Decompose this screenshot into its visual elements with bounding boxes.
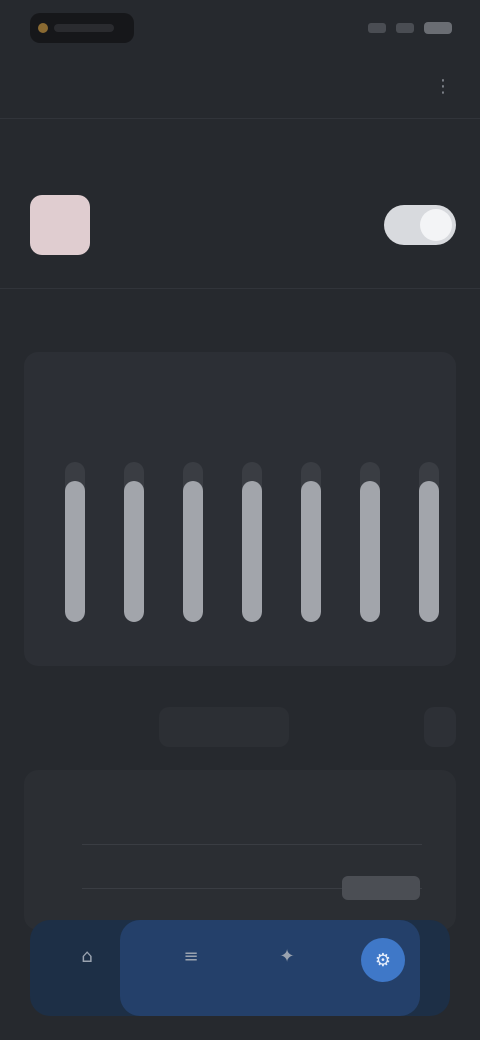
status-thumbnail xyxy=(30,195,90,255)
dsp-value-chip[interactable] xyxy=(342,876,420,900)
equalizer-slider-fill xyxy=(360,481,380,622)
equalizer-slider-track[interactable] xyxy=(124,462,144,622)
equalizer-slider-fill xyxy=(124,481,144,622)
equalizer-band[interactable] xyxy=(178,462,208,662)
notification-text-placeholder xyxy=(54,24,114,32)
settings-icon: ⚙ xyxy=(361,938,405,982)
equalizer-slider-track[interactable] xyxy=(65,462,85,622)
notification-pill xyxy=(30,13,134,43)
status-icons xyxy=(368,22,452,34)
nav-item[interactable]: ≡ xyxy=(156,938,226,1002)
equalizer-slider-track[interactable] xyxy=(183,462,203,622)
preset-row xyxy=(24,704,456,750)
equalizer-slider-track[interactable] xyxy=(242,462,262,622)
signal-icon xyxy=(368,23,386,33)
equalizer-slider-track[interactable] xyxy=(301,462,321,622)
equalizer-slider-fill xyxy=(183,481,203,622)
wifi-icon xyxy=(396,23,414,33)
home-icon: ⌂ xyxy=(81,945,93,967)
equalizer-slider-fill xyxy=(301,481,321,622)
dsp-card xyxy=(24,770,456,930)
dsp-gridline xyxy=(82,844,422,845)
equalizer-icon: ≡ xyxy=(183,945,199,967)
equalizer-card xyxy=(24,352,456,666)
effects-icon: ✦ xyxy=(279,945,295,967)
equalizer-slider-track[interactable] xyxy=(419,462,439,622)
enable-toggle[interactable] xyxy=(384,205,456,245)
header-divider xyxy=(0,118,480,119)
app-screen: ⋮ ⌂ ≡ ✦ ⚙ xyxy=(0,0,480,1040)
bottom-nav: ⌂ ≡ ✦ ⚙ xyxy=(30,920,450,1016)
toggle-knob xyxy=(420,209,452,241)
app-header: ⋮ xyxy=(0,62,480,110)
equalizer-slider-fill xyxy=(65,481,85,622)
equalizer-slider-fill xyxy=(419,481,439,622)
equalizer-band[interactable] xyxy=(355,462,385,662)
section-divider xyxy=(0,288,480,289)
equalizer-bands xyxy=(24,462,456,662)
equalizer-band[interactable] xyxy=(414,462,444,662)
preset-button[interactable] xyxy=(424,707,456,747)
more-options-icon[interactable]: ⋮ xyxy=(430,73,456,99)
status-bar xyxy=(0,0,480,56)
status-row[interactable] xyxy=(30,192,456,258)
battery-icon xyxy=(424,22,452,34)
preset-selector[interactable] xyxy=(159,707,289,747)
nav-item[interactable]: ✦ xyxy=(252,938,322,1002)
nav-item[interactable]: ⌂ xyxy=(52,938,122,1002)
nav-item[interactable]: ⚙ xyxy=(348,938,418,1002)
equalizer-slider-track[interactable] xyxy=(360,462,380,622)
equalizer-band[interactable] xyxy=(119,462,149,662)
notification-icon xyxy=(38,23,48,33)
equalizer-band[interactable] xyxy=(237,462,267,662)
equalizer-slider-fill xyxy=(242,481,262,622)
equalizer-band[interactable] xyxy=(296,462,326,662)
equalizer-band[interactable] xyxy=(60,462,90,662)
